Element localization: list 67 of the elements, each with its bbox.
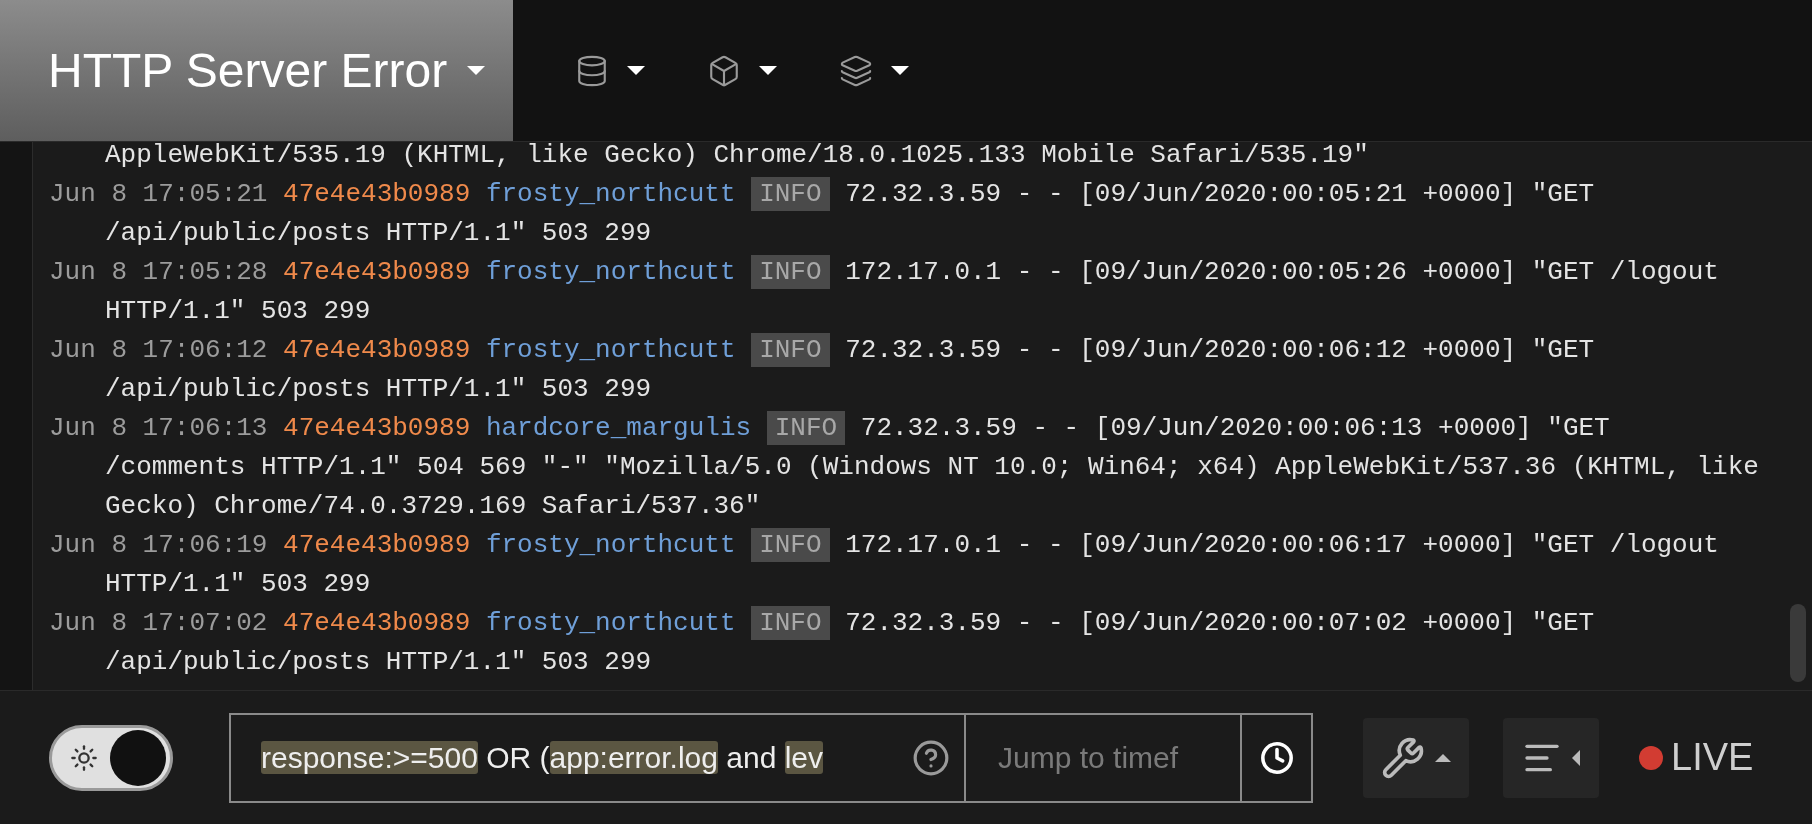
query-field[interactable]: response:>=500 OR (app:error.log and lev bbox=[231, 714, 966, 801]
log-message: /comments HTTP/1.1" 504 569 "-" "Mozilla/5.0 (Windows NT 10.0; Win64; x64) AppleWebKit/537.36 (KHTML, like bbox=[105, 452, 1759, 482]
jump-to-time-field[interactable]: Jump to timef bbox=[966, 714, 1242, 801]
menu-dropdown[interactable] bbox=[575, 53, 645, 88]
database-icon bbox=[575, 53, 609, 88]
cube-icon bbox=[707, 53, 741, 88]
caret-icon bbox=[1572, 749, 1580, 766]
view-selector[interactable]: HTTP Server Error bbox=[0, 0, 513, 141]
container-name: frosty_northcutt bbox=[485, 335, 736, 365]
container-name: frosty_northcutt bbox=[485, 530, 736, 560]
level-badge: INFO bbox=[751, 333, 830, 367]
caret-icon bbox=[1435, 753, 1451, 762]
caret-icon bbox=[467, 66, 486, 75]
log-timestamp: Jun 8 17:05:21 bbox=[49, 179, 268, 209]
log-timestamp: Jun 8 17:06:13 bbox=[49, 413, 268, 443]
log-timestamp: Jun 8 17:06:12 bbox=[49, 335, 268, 365]
log-timestamp: Jun 8 17:05:28 bbox=[49, 257, 268, 287]
container-id: 47e4e43b0989 bbox=[283, 179, 471, 209]
caret-icon bbox=[759, 66, 777, 75]
query-token: lev bbox=[784, 741, 824, 774]
log-message: 72.32.3.59 - - [09/Jun/2020:00:05:21 +0000] "GET bbox=[845, 179, 1595, 209]
container-id: 47e4e43b0989 bbox=[283, 257, 471, 287]
log-timestamp: Jun 8 17:06:19 bbox=[49, 530, 268, 560]
container-id: 47e4e43b0989 bbox=[283, 608, 471, 638]
clock-icon bbox=[1259, 740, 1294, 775]
log-message: 172.17.0.1 - - [09/Jun/2020:00:05:26 +0000] "GET /logout bbox=[845, 257, 1719, 287]
scrollbar-thumb[interactable] bbox=[1790, 604, 1806, 682]
tools-button[interactable] bbox=[1363, 717, 1469, 798]
live-button[interactable]: LIVE bbox=[1639, 729, 1754, 786]
query-text: and bbox=[725, 741, 778, 774]
log-message: 72.32.3.59 - - [09/Jun/2020:00:06:13 +0000] "GET bbox=[860, 413, 1610, 443]
menu-dropdown[interactable] bbox=[839, 53, 909, 88]
level-badge: INFO bbox=[751, 177, 830, 211]
log-timestamp: Jun 8 17:07:02 bbox=[49, 608, 268, 638]
log-message: /api/public/posts HTTP/1.1" 503 299 bbox=[105, 647, 652, 677]
level-badge: INFO bbox=[751, 528, 830, 562]
query-token: app:error.log bbox=[549, 741, 718, 774]
help-icon[interactable] bbox=[912, 738, 950, 777]
log-message: 172.17.0.1 - - [09/Jun/2020:00:06:17 +0000] "GET /logout bbox=[845, 530, 1719, 560]
level-badge: INFO bbox=[751, 255, 830, 289]
caret-icon bbox=[891, 66, 909, 75]
query-text: OR ( bbox=[485, 741, 550, 774]
level-badge: INFO bbox=[766, 411, 846, 445]
log-message: /api/public/posts HTTP/1.1" 503 299 bbox=[105, 218, 652, 248]
container-name: frosty_northcutt bbox=[485, 608, 736, 638]
layers-icon bbox=[839, 53, 873, 88]
wrench-icon bbox=[1381, 735, 1425, 780]
log-message: 72.32.3.59 - - [09/Jun/2020:00:07:02 +0000] "GET bbox=[845, 608, 1595, 638]
container-id: 47e4e43b0989 bbox=[283, 413, 471, 443]
sun-icon bbox=[70, 743, 98, 772]
format-button[interactable] bbox=[1503, 717, 1599, 798]
container-id: 47e4e43b0989 bbox=[283, 335, 471, 365]
toggle-knob bbox=[110, 729, 166, 786]
log-message: Gecko) Chrome/74.0.3729.169 Safari/537.36" bbox=[105, 491, 761, 521]
log-message: HTTP/1.1" 503 299 bbox=[105, 569, 371, 599]
query-token: response:>=500 bbox=[261, 741, 478, 774]
container-id: 47e4e43b0989 bbox=[283, 530, 471, 560]
log-message: 72.32.3.59 - - [09/Jun/2020:00:06:12 +0000] "GET bbox=[845, 335, 1595, 365]
menu-dropdown[interactable] bbox=[707, 53, 777, 88]
log-message: /api/public/posts HTTP/1.1" 503 299 bbox=[105, 374, 652, 404]
container-name: frosty_northcutt bbox=[485, 179, 736, 209]
container-name: frosty_northcutt bbox=[485, 257, 736, 287]
log-message: HTTP/1.1" 503 299 bbox=[105, 296, 371, 326]
level-badge: INFO bbox=[751, 606, 830, 640]
container-name: hardcore_margulis bbox=[485, 413, 752, 443]
caret-icon bbox=[627, 66, 645, 75]
log-message: AppleWebKit/535.19 (KHTML, like Gecko) Chrome/18.0.1025.133 Mobile Safari/535.19" bbox=[105, 142, 1369, 170]
